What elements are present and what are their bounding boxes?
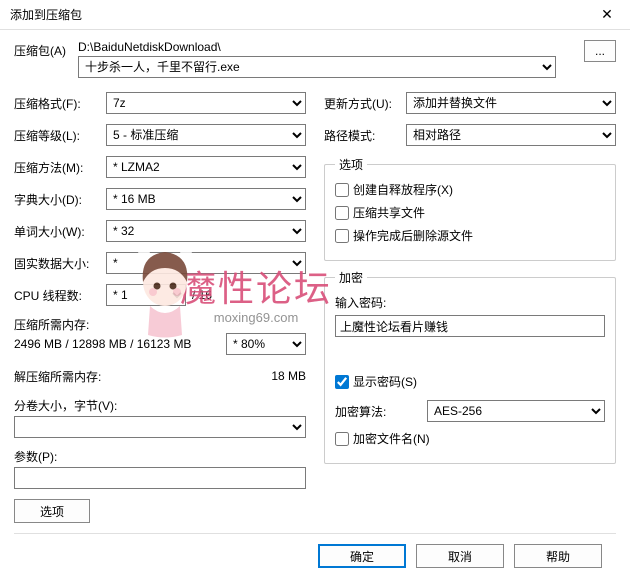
mem-comp-label: 压缩所需内存: xyxy=(14,316,306,333)
solid-label: 固实数据大小: xyxy=(14,255,106,272)
enc-method-label: 加密算法: xyxy=(335,403,427,420)
level-select[interactable]: 5 - 标准压缩 xyxy=(106,124,306,146)
dialog-footer: 确定 取消 帮助 xyxy=(14,533,616,578)
archive-path: D:\BaiduNetdiskDownload\ xyxy=(78,40,556,54)
level-label: 压缩等级(L): xyxy=(14,127,106,144)
mem-decomp-label: 解压缩所需内存: xyxy=(14,368,134,385)
archive-row: 压缩包(A) D:\BaiduNetdiskDownload\ 十步杀一人，千里… xyxy=(14,40,616,78)
left-column: 压缩格式(F): 7z 压缩等级(L): 5 - 标准压缩 压缩方法(M): *… xyxy=(14,92,306,533)
update-select[interactable]: 添加并替换文件 xyxy=(406,92,616,114)
enc-method-select[interactable]: AES-256 xyxy=(427,400,605,422)
showpw-checkbox[interactable] xyxy=(335,375,349,389)
cpu-select[interactable]: * 1 xyxy=(106,284,186,306)
dialog-content: 压缩包(A) D:\BaiduNetdiskDownload\ 十步杀一人，千里… xyxy=(0,30,630,575)
sfx-checkbox[interactable] xyxy=(335,183,349,197)
dict-select[interactable]: * 16 MB xyxy=(106,188,306,210)
solid-select[interactable]: * xyxy=(106,252,306,274)
method-select[interactable]: * LZMA2 xyxy=(106,156,306,178)
cpu-label: CPU 线程数: xyxy=(14,287,106,304)
delete-label: 操作完成后删除源文件 xyxy=(353,227,473,244)
right-column: 更新方式(U): 添加并替换文件 路径模式: 相对路径 选项 创建自释放程序(X… xyxy=(324,92,616,533)
sfx-label: 创建自释放程序(X) xyxy=(353,181,453,198)
password-label: 输入密码: xyxy=(335,294,605,311)
pathmode-label: 路径模式: xyxy=(324,127,406,144)
pathmode-select[interactable]: 相对路径 xyxy=(406,124,616,146)
showpw-label: 显示密码(S) xyxy=(353,373,417,390)
encryption-group: 加密 输入密码: 显示密码(S) 加密算法: AES-256 加密文件名(N) xyxy=(324,269,616,464)
window-title: 添加到压缩包 xyxy=(10,6,82,23)
archive-label: 压缩包(A) xyxy=(14,40,70,59)
update-label: 更新方式(U): xyxy=(324,95,406,112)
cpu-total: / 16 xyxy=(192,288,212,302)
encnames-checkbox[interactable] xyxy=(335,432,349,446)
params-label: 参数(P): xyxy=(14,448,306,465)
word-label: 单词大小(W): xyxy=(14,223,106,240)
help-button[interactable]: 帮助 xyxy=(514,544,602,568)
dict-label: 字典大小(D): xyxy=(14,191,106,208)
method-label: 压缩方法(M): xyxy=(14,159,106,176)
delete-checkbox[interactable] xyxy=(335,229,349,243)
mem-comp-value: 2496 MB / 12898 MB / 16123 MB xyxy=(14,337,226,351)
encryption-legend: 加密 xyxy=(335,269,367,286)
titlebar: 添加到压缩包 ✕ xyxy=(0,0,630,30)
params-input[interactable] xyxy=(14,467,306,489)
browse-button[interactable]: ... xyxy=(584,40,616,62)
shared-checkbox[interactable] xyxy=(335,206,349,220)
options-group: 选项 创建自释放程序(X) 压缩共享文件 操作完成后删除源文件 xyxy=(324,156,616,261)
shared-label: 压缩共享文件 xyxy=(353,204,425,221)
mem-pct-select[interactable]: * 80% xyxy=(226,333,306,355)
format-select[interactable]: 7z xyxy=(106,92,306,114)
split-label: 分卷大小，字节(V): xyxy=(14,397,306,414)
format-label: 压缩格式(F): xyxy=(14,95,106,112)
archive-name-combo[interactable]: 十步杀一人，千里不留行.exe xyxy=(78,56,556,78)
word-select[interactable]: * 32 xyxy=(106,220,306,242)
options-button[interactable]: 选项 xyxy=(14,499,90,523)
close-button[interactable]: ✕ xyxy=(584,0,630,30)
ok-button[interactable]: 确定 xyxy=(318,544,406,568)
mem-decomp-value: 18 MB xyxy=(134,369,306,383)
encnames-label: 加密文件名(N) xyxy=(353,430,430,447)
split-select[interactable] xyxy=(14,416,306,438)
options-legend: 选项 xyxy=(335,156,367,173)
password-input[interactable] xyxy=(335,315,605,337)
cancel-button[interactable]: 取消 xyxy=(416,544,504,568)
